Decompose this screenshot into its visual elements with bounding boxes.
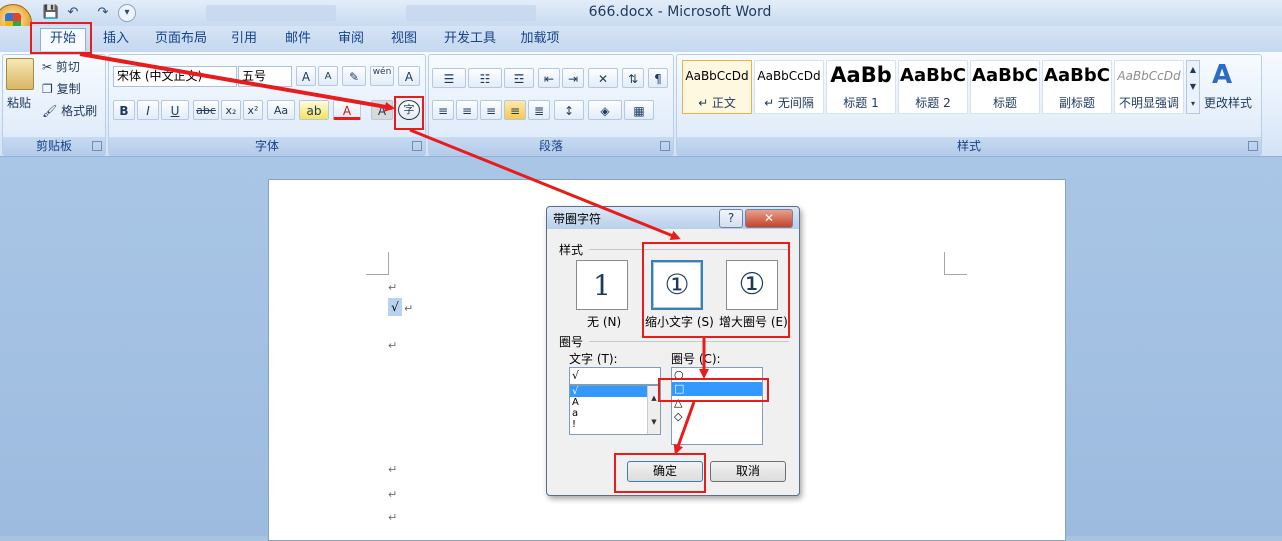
annotation-arrows xyxy=(79,52,709,455)
annotation-arrow xyxy=(409,128,681,241)
annotation-arrow xyxy=(79,52,395,112)
annotation-arrow xyxy=(673,401,696,455)
